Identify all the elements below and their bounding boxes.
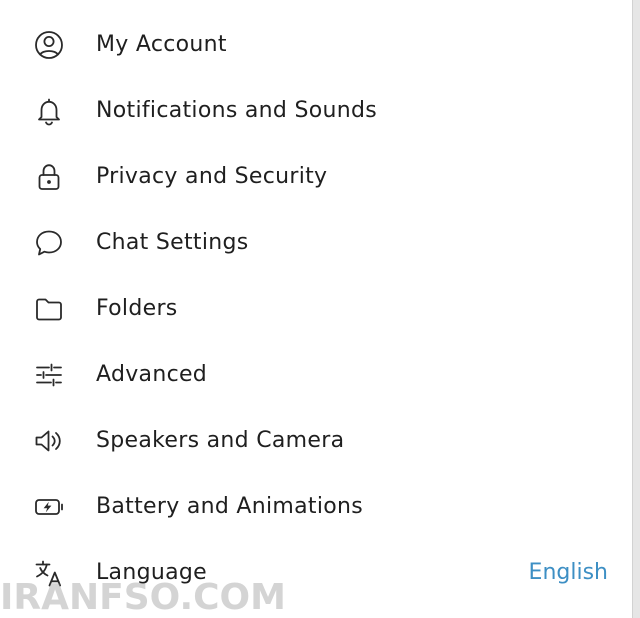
menu-item-label: Notifications and Sounds	[96, 98, 378, 123]
menu-item-label: Advanced	[96, 362, 208, 387]
menu-item-privacy[interactable]: Privacy and Security	[0, 144, 632, 210]
speaker-icon	[32, 424, 66, 458]
menu-item-label: My Account	[96, 32, 227, 57]
menu-item-label: Battery and Animations	[96, 494, 364, 519]
account-circle-icon	[32, 28, 66, 62]
watermark-text: IRANFSO.COM	[0, 577, 286, 618]
language-value: English	[528, 560, 608, 585]
menu-item-notifications[interactable]: Notifications and Sounds	[0, 78, 632, 144]
menu-item-label: Privacy and Security	[96, 164, 328, 189]
lock-icon	[32, 160, 66, 194]
folder-icon	[32, 292, 66, 326]
bell-icon	[32, 94, 66, 128]
menu-item-speakers-camera[interactable]: Speakers and Camera	[0, 408, 632, 474]
menu-item-chat-settings[interactable]: Chat Settings	[0, 210, 632, 276]
battery-icon	[32, 490, 66, 524]
menu-item-advanced[interactable]: Advanced	[0, 342, 632, 408]
menu-item-label: Folders	[96, 296, 178, 321]
menu-item-label: Chat Settings	[96, 230, 249, 255]
sliders-icon	[32, 358, 66, 392]
menu-item-my-account[interactable]: My Account	[0, 12, 632, 78]
menu-item-folders[interactable]: Folders	[0, 276, 632, 342]
chat-bubble-icon	[32, 226, 66, 260]
menu-item-label: Speakers and Camera	[96, 428, 345, 453]
menu-item-battery-animations[interactable]: Battery and Animations	[0, 474, 632, 540]
settings-menu: My Account Notifications and Sounds Priv…	[0, 0, 632, 618]
panel-right-border	[632, 0, 640, 618]
